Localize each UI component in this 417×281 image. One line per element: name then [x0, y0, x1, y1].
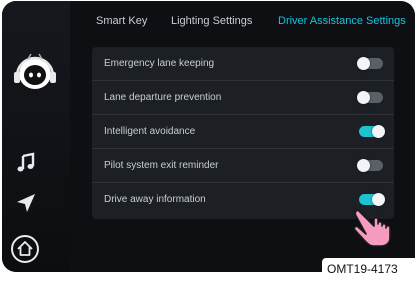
emergency-lane-keeping-toggle[interactable]	[357, 57, 383, 70]
tab-lighting-settings[interactable]: Lighting Settings	[171, 15, 252, 27]
setting-row-lane-departure-prevention: Lane departure prevention	[92, 81, 394, 115]
figure-code-text: OMT19-4173	[327, 262, 398, 276]
tab-smart-key[interactable]: Smart Key	[96, 15, 147, 27]
setting-label: Emergency lane keeping	[104, 58, 215, 69]
pilot-system-exit-reminder-toggle[interactable]	[357, 159, 383, 172]
setting-label: Drive away information	[104, 194, 206, 205]
settings-tabs: Smart Key Lighting Settings Driver Assis…	[70, 7, 415, 35]
lane-departure-prevention-toggle[interactable]	[357, 91, 383, 104]
settings-list: Emergency lane keeping Lane departure pr…	[92, 47, 394, 219]
setting-row-drive-away-information: Drive away information	[92, 183, 394, 217]
navigation-arrow-icon[interactable]	[14, 191, 38, 215]
drive-away-information-toggle[interactable]	[359, 193, 385, 206]
setting-label: Intelligent avoidance	[104, 126, 196, 137]
toggle-knob	[372, 125, 385, 138]
figure-frame: Smart Key Lighting Settings Driver Assis…	[0, 0, 417, 281]
intelligent-avoidance-toggle[interactable]	[359, 125, 385, 138]
toggle-knob	[372, 193, 385, 206]
toggle-knob	[357, 57, 370, 70]
setting-row-emergency-lane-keeping: Emergency lane keeping	[92, 47, 394, 81]
setting-label: Pilot system exit reminder	[104, 160, 219, 171]
music-note-icon[interactable]	[14, 151, 38, 175]
figure-code-label: OMT19-4173	[322, 258, 417, 281]
setting-row-pilot-system-exit-reminder: Pilot system exit reminder	[92, 149, 394, 183]
assistant-avatar-icon[interactable]	[11, 50, 59, 94]
sidebar	[2, 1, 70, 272]
toggle-knob	[357, 91, 370, 104]
infotainment-screen: Smart Key Lighting Settings Driver Assis…	[2, 1, 415, 272]
home-icon[interactable]	[10, 234, 40, 264]
setting-label: Lane departure prevention	[104, 92, 222, 103]
setting-row-intelligent-avoidance: Intelligent avoidance	[92, 115, 394, 149]
tap-pointer-hand-icon	[353, 209, 391, 247]
tab-driver-assistance-settings[interactable]: Driver Assistance Settings	[278, 15, 406, 27]
toggle-knob	[357, 159, 370, 172]
